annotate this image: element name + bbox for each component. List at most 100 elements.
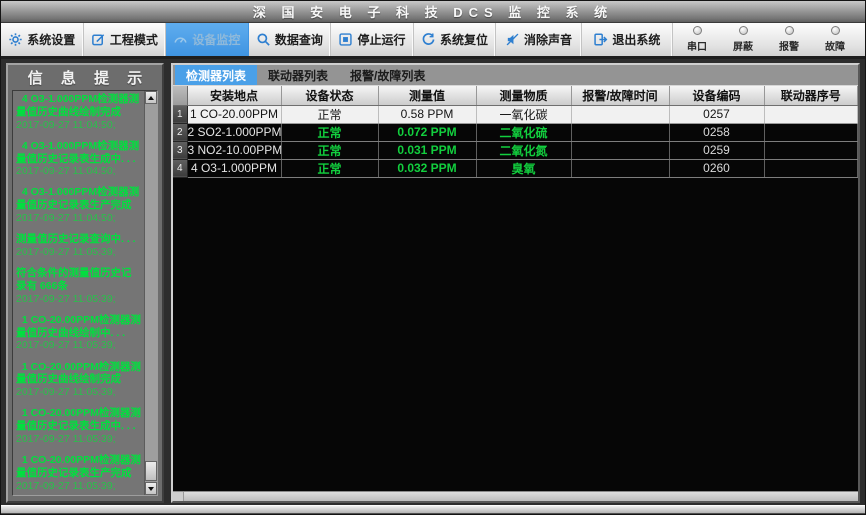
cell-value: 0.031 PPM bbox=[378, 141, 477, 160]
cell-location: 1 CO-20.00PPM bbox=[187, 105, 282, 124]
log-message: 4 O3-1.000PPM检测器测量值历史记录表生成中. . . bbox=[16, 139, 140, 165]
arrow-down-icon bbox=[148, 486, 154, 491]
log-entry: 4 O3-1.000PPM检测器测量值历史曲线绘制完成 2017-09-27 1… bbox=[16, 93, 141, 132]
cell-status: 正常 bbox=[281, 159, 379, 178]
scroll-down-button[interactable] bbox=[145, 482, 157, 495]
edit-icon bbox=[91, 32, 106, 47]
row-number: 2 bbox=[173, 123, 188, 142]
data-query-label: 数据查询 bbox=[274, 33, 323, 47]
detector-table-area: 安装地点 设备状态 测量值 测量物质 报警/故障时间 设备编码 联动器序号 1 … bbox=[173, 86, 858, 491]
row-number: 1 bbox=[173, 105, 188, 124]
system-settings-button[interactable]: 系统设置 bbox=[1, 23, 84, 56]
tab-bar: 检测器列表 联动器列表 报警/故障列表 bbox=[173, 65, 858, 86]
table-row[interactable]: 1 1 CO-20.00PPM 正常 0.58 PPM 一氧化碳 0257 bbox=[173, 105, 858, 124]
cell-location: 2 SO2-1.000PPM bbox=[187, 123, 282, 142]
cell-linkage-no bbox=[764, 159, 858, 178]
log-timestamp: 2017-09-27 11:04:50; bbox=[16, 118, 116, 131]
device-monitor-button[interactable]: 设备监控 bbox=[166, 23, 249, 56]
log-scrollbar[interactable] bbox=[144, 91, 157, 495]
cell-device-code: 0257 bbox=[669, 105, 765, 124]
exit-system-label: 退出系统 bbox=[612, 33, 661, 47]
shield-indicator: 屏蔽 bbox=[723, 26, 763, 53]
table-row[interactable]: 3 3 NO2-10.00PPM 正常 0.031 PPM 二氧化氮 0259 bbox=[173, 141, 858, 160]
cell-location: 3 NO2-10.00PPM bbox=[187, 141, 282, 160]
search-icon bbox=[256, 32, 271, 47]
serial-port-label: 串口 bbox=[687, 42, 708, 53]
scroll-up-button[interactable] bbox=[145, 91, 157, 104]
tab-alarm-fault-list[interactable]: 报警/故障列表 bbox=[339, 65, 436, 85]
log-entry: 符合条件的测量值历史记录有 666条 2017-09-27 11:05:39; bbox=[16, 267, 141, 306]
log-message: 1 CO-20.00PPM检测器测量值历史曲线绘制完成 bbox=[16, 360, 141, 386]
cell-status: 正常 bbox=[281, 123, 379, 142]
scrollbar-track[interactable] bbox=[145, 104, 157, 482]
log-entry: 4 O3-1.000PPM检测器测量值历史记录表生产完成 2017-09-27 … bbox=[16, 186, 141, 225]
log-timestamp: 2017-09-27 11:05:39; bbox=[16, 245, 116, 258]
gauge-icon bbox=[173, 32, 188, 47]
horizontal-scrollbar-corner bbox=[173, 492, 184, 501]
log-message: 1 CO-20.00PPM检测器测量值历史记录表生成中. . . bbox=[16, 407, 141, 433]
cell-status: 正常 bbox=[281, 105, 379, 124]
cell-substance: 一氧化碳 bbox=[476, 105, 572, 124]
alarm-led-icon bbox=[784, 26, 794, 35]
cell-alarm-time bbox=[571, 123, 670, 142]
system-reset-label: 系统复位 bbox=[440, 33, 489, 47]
header-alarm-time: 报警/故障时间 bbox=[571, 86, 670, 106]
system-settings-label: 系统设置 bbox=[27, 33, 76, 47]
shield-led-icon bbox=[738, 26, 748, 35]
exit-system-button[interactable]: 退出系统 bbox=[582, 23, 674, 56]
message-log-list: 4 O3-1.000PPM检测器测量值历史曲线绘制完成 2017-09-27 1… bbox=[13, 91, 144, 495]
header-substance: 测量物质 bbox=[476, 86, 572, 106]
cell-status: 正常 bbox=[281, 141, 379, 160]
header-linkage-no: 联动器序号 bbox=[764, 86, 858, 106]
alarm-label: 报警 bbox=[779, 42, 800, 53]
table-row[interactable]: 4 4 O3-1.000PPM 正常 0.032 PPM 臭氧 0260 bbox=[173, 159, 858, 178]
cell-linkage-no bbox=[764, 105, 858, 124]
log-message: 测量值历史记录查询中. . . bbox=[16, 233, 136, 246]
toolbar: 系统设置 工程模式 设备监控 数据查询 停止运行 系统复位 消除声音 退出系统 … bbox=[1, 23, 865, 59]
stop-run-button[interactable]: 停止运行 bbox=[331, 23, 414, 56]
cell-substance: 臭氧 bbox=[476, 159, 572, 178]
header-location: 安装地点 bbox=[187, 86, 282, 106]
engineering-mode-button[interactable]: 工程模式 bbox=[84, 23, 167, 56]
cell-substance: 二氧化氮 bbox=[476, 141, 572, 160]
cell-device-code: 0258 bbox=[669, 123, 765, 142]
header-value: 测量值 bbox=[378, 86, 477, 106]
stop-icon bbox=[338, 32, 353, 47]
exit-icon bbox=[593, 32, 608, 47]
cell-value: 0.072 PPM bbox=[378, 123, 477, 142]
info-panel: 信 息 提 示 4 O3-1.000PPM检测器测量值历史曲线绘制完成 2017… bbox=[6, 63, 164, 503]
system-reset-button[interactable]: 系统复位 bbox=[414, 23, 497, 56]
cell-alarm-time bbox=[571, 141, 670, 160]
cell-linkage-no bbox=[764, 123, 858, 142]
serial-port-led-icon bbox=[692, 26, 702, 35]
log-timestamp: 2017-09-27 11:05:39; bbox=[16, 479, 116, 492]
fault-led-icon bbox=[830, 26, 840, 35]
log-timestamp: 2017-09-27 11:04:50; bbox=[16, 212, 116, 225]
log-message: 1 CO-20.00PPM检测器测量值历史记录表生产完成 bbox=[16, 453, 141, 479]
cell-device-code: 0259 bbox=[669, 141, 765, 160]
data-query-button[interactable]: 数据查询 bbox=[249, 23, 332, 56]
content-area: 信 息 提 示 4 O3-1.000PPM检测器测量值历史曲线绘制完成 2017… bbox=[1, 59, 865, 505]
table-corner-cell bbox=[173, 86, 188, 106]
log-timestamp: 2017-09-27 11:05:39; bbox=[16, 292, 116, 305]
engineering-mode-label: 工程模式 bbox=[109, 33, 158, 47]
table-row[interactable]: 2 2 SO2-1.000PPM 正常 0.072 PPM 二氧化硫 0258 bbox=[173, 123, 858, 142]
scrollbar-thumb[interactable] bbox=[145, 461, 157, 481]
device-monitor-label: 设备监控 bbox=[192, 33, 241, 47]
mute-sound-button[interactable]: 消除声音 bbox=[496, 23, 582, 56]
header-status: 设备状态 bbox=[281, 86, 379, 106]
horizontal-scrollbar[interactable] bbox=[173, 491, 858, 501]
gear-icon bbox=[8, 32, 23, 47]
log-timestamp: 2017-09-27 11:05:39; bbox=[16, 432, 116, 445]
shield-label: 屏蔽 bbox=[733, 42, 754, 53]
log-message: 符合条件的测量值历史记录有 666条 bbox=[16, 267, 132, 292]
log-message: 4 O3-1.000PPM检测器测量值历史记录表生产完成 bbox=[16, 186, 140, 212]
stop-run-label: 停止运行 bbox=[357, 33, 406, 47]
fault-indicator: 故障 bbox=[815, 26, 855, 53]
tab-detector-list[interactable]: 检测器列表 bbox=[175, 65, 258, 85]
log-timestamp: 2017-09-27 11:04:50; bbox=[16, 165, 116, 178]
tab-linkage-list[interactable]: 联动器列表 bbox=[257, 65, 339, 85]
cell-alarm-time bbox=[571, 159, 670, 178]
title-bar: 深 国 安 电 子 科 技 DCS 监 控 系 统 bbox=[1, 1, 865, 23]
status-indicator-area: 串口 屏蔽 报警 故障 bbox=[673, 23, 865, 56]
